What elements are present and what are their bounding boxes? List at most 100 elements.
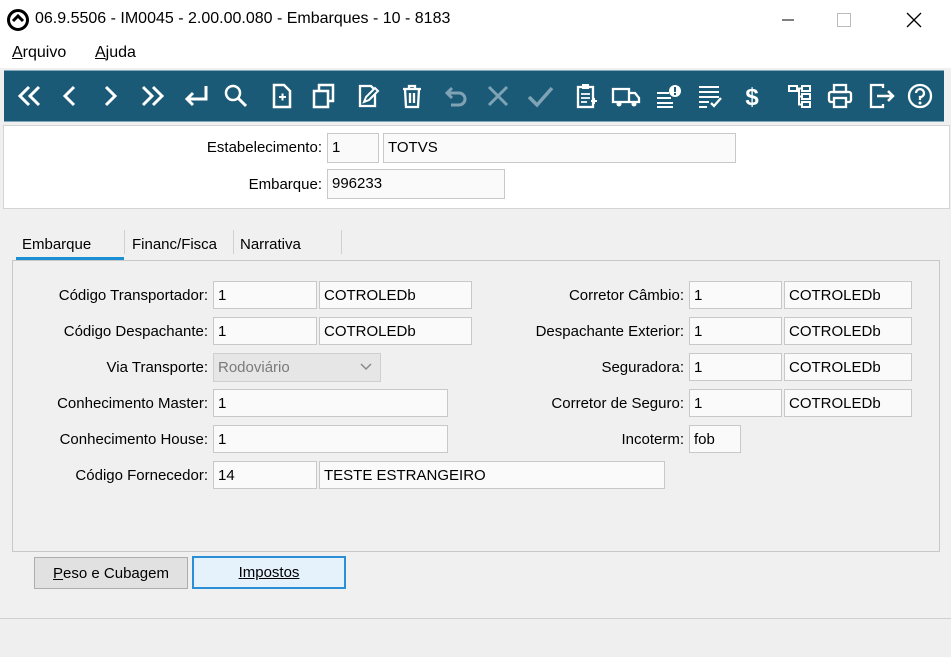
shipment-button[interactable]: [608, 79, 644, 113]
tab-separator: [233, 230, 234, 254]
tab-separator: [124, 230, 125, 254]
close-icon: [906, 12, 922, 28]
delete-icon: [403, 84, 421, 109]
tab-financ-fisca[interactable]: Financ/Fisca: [132, 228, 217, 260]
cod-despachante-code-field[interactable]: 1: [213, 317, 317, 345]
cod-fornecedor-name-field[interactable]: TESTE ESTRANGEIRO: [319, 461, 665, 489]
cancel-button[interactable]: [480, 79, 516, 113]
cod-transportador-code-field[interactable]: 1: [213, 281, 317, 309]
conhecimento-master-label: Conhecimento Master:: [57, 395, 208, 412]
minimize-button[interactable]: [765, 0, 811, 40]
menu-ajuda-label: juda: [105, 44, 136, 61]
corretor-seguro-name-field[interactable]: COTROLEDb: [784, 389, 912, 417]
close-button[interactable]: [891, 0, 937, 40]
dollar-icon: $: [745, 84, 759, 111]
estabelecimento-code-field[interactable]: 1: [327, 133, 379, 163]
corretor-cambio-name-field[interactable]: COTROLEDb: [784, 281, 912, 309]
chevron-down-icon: [360, 363, 372, 371]
list-check-icon: [699, 86, 722, 108]
incoterm-field[interactable]: fob: [689, 425, 741, 453]
maximize-button[interactable]: [821, 0, 867, 40]
cod-transportador-name-field[interactable]: COTROLEDb: [319, 281, 472, 309]
next-record-button[interactable]: [92, 79, 128, 113]
estabelecimento-name-field[interactable]: TOTVS: [383, 133, 736, 163]
via-transporte-select[interactable]: Rodoviário: [213, 353, 381, 382]
peso-cubagem-button[interactable]: Peso e Cubagem: [34, 557, 188, 589]
last-record-button[interactable]: [134, 79, 170, 113]
cod-despachante-name-field[interactable]: COTROLEDb: [319, 317, 472, 345]
app-icon: [7, 9, 29, 31]
copy-button[interactable]: [306, 79, 342, 113]
svg-text:$: $: [745, 84, 759, 111]
menu-bar: Arquivo Ajuda: [0, 40, 951, 68]
minimize-icon: [782, 19, 794, 21]
cod-despachante-label: Código Despachante:: [63, 323, 208, 340]
seguradora-code-field[interactable]: 1: [689, 353, 782, 381]
cod-fornecedor-code-field[interactable]: 14: [213, 461, 317, 489]
seguradora-label: Seguradora:: [601, 359, 684, 376]
impostos-label: mpostos: [242, 564, 300, 581]
despachante-exterior-label: Despachante Exterior:: [535, 323, 684, 340]
corretor-seguro-code-field[interactable]: 1: [689, 389, 782, 417]
edit-button[interactable]: [350, 79, 386, 113]
conhecimento-master-field[interactable]: 1: [213, 389, 448, 417]
menu-ajuda[interactable]: Ajuda: [95, 44, 136, 62]
exit-button[interactable]: [864, 79, 900, 113]
toolbar: $: [4, 70, 944, 122]
exit-icon: [869, 83, 895, 109]
new-button[interactable]: [264, 79, 300, 113]
via-transporte-label: Via Transporte:: [106, 359, 208, 376]
print-icon: [827, 83, 853, 109]
cod-transportador-label: Código Transportador:: [58, 287, 208, 304]
conhecimento-house-label: Conhecimento House:: [59, 431, 208, 448]
tree-icon: [788, 85, 811, 108]
undo-button[interactable]: [438, 79, 474, 113]
window-title: 06.9.5506 - IM0045 - 2.00.00.080 - Embar…: [35, 10, 451, 27]
cancel-icon: [487, 85, 509, 107]
next-record-icon: [104, 85, 118, 107]
previous-record-button[interactable]: [52, 79, 88, 113]
tab-embarque[interactable]: Embarque: [22, 228, 91, 260]
print-button[interactable]: [822, 79, 858, 113]
confirm-icon: [527, 86, 554, 108]
tab-narrativa[interactable]: Narrativa: [240, 228, 301, 260]
list-alert-button[interactable]: [650, 79, 686, 113]
goto-icon: [184, 86, 208, 107]
edit-icon: [358, 84, 380, 108]
first-record-icon: [17, 85, 41, 107]
copy-icon: [312, 83, 335, 109]
conhecimento-house-field[interactable]: 1: [213, 425, 448, 453]
menu-arquivo[interactable]: Arquivo: [12, 44, 66, 62]
corretor-seguro-label: Corretor de Seguro:: [551, 395, 684, 412]
help-button[interactable]: [902, 79, 938, 113]
goto-button[interactable]: [178, 79, 214, 113]
clipboard-icon: [576, 84, 597, 109]
financial-button[interactable]: $: [734, 79, 770, 113]
new-document-icon: [272, 83, 292, 109]
menu-arquivo-label: rquivo: [22, 44, 67, 61]
clipboard-button[interactable]: [568, 79, 604, 113]
despachante-exterior-name-field[interactable]: COTROLEDb: [784, 317, 912, 345]
tree-button[interactable]: [782, 79, 818, 113]
estabelecimento-label: Estabelecimento:: [206, 139, 322, 156]
corretor-cambio-code-field[interactable]: 1: [689, 281, 782, 309]
tab-separator: [341, 230, 342, 254]
title-bar: 06.9.5506 - IM0045 - 2.00.00.080 - Embar…: [0, 0, 951, 40]
search-icon: [224, 84, 248, 108]
list-check-button[interactable]: [692, 79, 728, 113]
menu-arquivo-mnemonic: A: [12, 44, 23, 61]
despachante-exterior-code-field[interactable]: 1: [689, 317, 782, 345]
list-alert-icon: [657, 85, 681, 108]
search-button[interactable]: [218, 79, 254, 113]
corretor-cambio-label: Corretor Câmbio:: [568, 287, 684, 304]
impostos-button[interactable]: Impostos: [192, 556, 346, 589]
embarque-label: Embarque:: [248, 176, 322, 193]
delete-button[interactable]: [394, 79, 430, 113]
status-bar: [0, 618, 951, 657]
confirm-button[interactable]: [522, 79, 558, 113]
cod-fornecedor-label: Código Fornecedor:: [75, 467, 208, 484]
seguradora-name-field[interactable]: COTROLEDb: [784, 353, 912, 381]
incoterm-label: Incoterm:: [621, 431, 684, 448]
first-record-button[interactable]: [12, 79, 48, 113]
embarque-field[interactable]: 996233: [327, 169, 505, 199]
